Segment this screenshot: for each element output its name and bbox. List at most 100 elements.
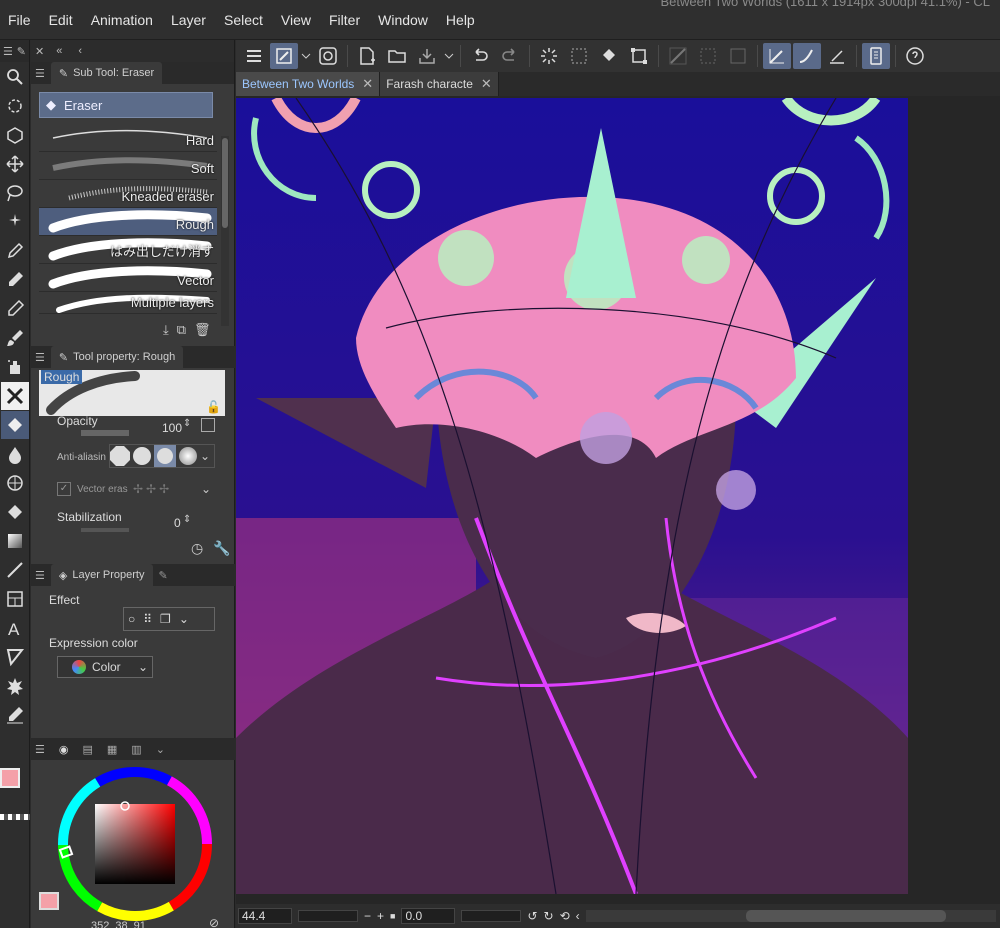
pressure-toggle-icon[interactable] [201, 418, 215, 432]
pen-ruler-icon[interactable] [823, 43, 851, 69]
chevron-down-icon[interactable] [443, 43, 455, 69]
eyedropper-icon[interactable] [1, 237, 29, 265]
menu-view[interactable]: View [272, 0, 320, 40]
tab-between-two-worlds[interactable]: Between Two Worlds ✕ [236, 72, 381, 96]
tablet-icon[interactable] [862, 43, 890, 69]
close-icon[interactable]: ✕ [362, 76, 373, 92]
chevron-down-icon[interactable] [300, 43, 312, 69]
pen-icon[interactable]: ✎ [159, 569, 168, 582]
transparent-swatch[interactable] [0, 814, 30, 820]
rotate-icon[interactable] [1, 92, 29, 120]
expression-color-select[interactable]: Color ⌄ [57, 656, 153, 678]
chevron-down-icon[interactable]: ⌄ [156, 743, 165, 756]
balloon-icon[interactable] [1, 643, 29, 671]
reset-rotation-icon[interactable]: ⟲ [560, 909, 570, 923]
menu-file[interactable]: File [0, 0, 40, 40]
rotate-right-icon[interactable]: ↻ [544, 909, 554, 923]
duplicate-icon[interactable]: ⧉ [177, 322, 186, 338]
airbrush-icon[interactable] [1, 353, 29, 381]
snap-guide-icon[interactable] [724, 43, 752, 69]
color-set-tab-icon[interactable]: ▦ [107, 743, 117, 756]
eraser-active-icon[interactable] [1, 411, 29, 439]
selection-clear-icon[interactable] [565, 43, 593, 69]
stop-icon[interactable]: ■ [390, 911, 395, 921]
chevron-down-icon[interactable]: ⌄ [200, 449, 210, 463]
zoom-field[interactable]: 44.4 [238, 908, 292, 924]
stabilization-slider[interactable] [81, 528, 129, 532]
zoom-in-icon[interactable]: + [377, 909, 384, 923]
menu-select[interactable]: Select [215, 0, 272, 40]
hamburger-menu-icon[interactable]: ☰ [35, 351, 45, 364]
vector-erase-options[interactable]: ✢✢✢ [133, 482, 172, 496]
opacity-slider[interactable] [81, 430, 129, 436]
burst-icon[interactable] [1, 672, 29, 700]
angle-slider[interactable] [461, 910, 522, 922]
reset-icon[interactable]: ◷ [191, 540, 203, 557]
aa-medium-icon[interactable] [154, 445, 176, 467]
main-color-chip[interactable] [39, 892, 59, 910]
aa-strong-icon[interactable] [179, 447, 197, 465]
ruler-icon[interactable] [1, 701, 29, 729]
brush-hard[interactable]: Hard [39, 124, 217, 152]
fill-bucket-icon[interactable] [595, 43, 623, 69]
menu-help[interactable]: Help [437, 0, 484, 40]
magic-wand-icon[interactable] [1, 208, 29, 236]
rotate-left-icon[interactable]: ↺ [527, 909, 537, 923]
object-icon[interactable] [1, 121, 29, 149]
export-icon[interactable] [413, 43, 441, 69]
chevron-left-icon[interactable]: ‹ [576, 909, 580, 923]
zoom-out-icon[interactable]: − [364, 909, 371, 923]
brush-kneaded-eraser[interactable]: Kneaded eraser [39, 180, 217, 208]
snap-grid-icon[interactable] [694, 43, 722, 69]
chevron-down-icon[interactable]: ⌄ [179, 612, 189, 626]
brush-rough[interactable]: Rough [39, 208, 217, 236]
layer-color-icon[interactable]: ❐ [160, 612, 171, 626]
tone-effect-icon[interactable]: ⠿ [143, 612, 152, 626]
color-slider-tab-icon[interactable]: ▤ [82, 743, 92, 756]
lasso-icon[interactable] [1, 179, 29, 207]
color-wheel-tab-icon[interactable]: ◉ [59, 743, 69, 756]
hsv-toggle-icon[interactable]: ⊘ [209, 916, 219, 928]
brush-vector[interactable]: Vector [39, 264, 217, 292]
brush-overflow-erase[interactable]: はみ出しだけ消す [39, 236, 217, 264]
main-color-swatch[interactable] [0, 768, 20, 788]
brush-soft[interactable]: Soft [39, 152, 217, 180]
clip-studio-icon[interactable] [314, 43, 342, 69]
fill-icon[interactable] [1, 498, 29, 526]
hamburger-menu-icon[interactable]: ☰ [3, 45, 13, 58]
aa-weak-icon[interactable] [133, 447, 151, 465]
intermediate-color-tab-icon[interactable]: ▥ [131, 743, 141, 756]
subtool-group-eraser[interactable]: ◆ Eraser [39, 92, 213, 118]
lock-icon[interactable]: 🔓 [206, 400, 221, 414]
trash-icon[interactable]: 🗑 [194, 322, 211, 338]
menu-edit[interactable]: Edit [40, 0, 82, 40]
snap-special-ruler-icon[interactable] [763, 43, 791, 69]
opacity-value[interactable]: 100 [162, 421, 182, 435]
open-folder-icon[interactable] [383, 43, 411, 69]
redo-icon[interactable] [496, 43, 524, 69]
subtool-scrollbar[interactable] [221, 136, 229, 326]
menu-animation[interactable]: Animation [82, 0, 162, 40]
text-icon[interactable]: A [1, 614, 29, 642]
aa-none-icon[interactable] [110, 446, 130, 466]
snap-ruler-icon[interactable] [664, 43, 692, 69]
zoom-slider[interactable] [298, 910, 358, 922]
magnifier-icon[interactable] [1, 63, 29, 91]
horizontal-scrollbar[interactable] [585, 910, 996, 922]
brush-icon[interactable] [1, 324, 29, 352]
vector-erase-checkbox[interactable]: ✓ [57, 482, 71, 496]
artwork-canvas[interactable] [236, 98, 908, 894]
settings-icon[interactable]: 🔧 [213, 540, 230, 557]
move-icon[interactable] [1, 150, 29, 178]
stabilization-value[interactable]: 0 [174, 516, 181, 530]
anti-aliasing-options[interactable]: ⌄ [109, 444, 215, 468]
collapse-icon[interactable]: ✕ [35, 45, 44, 58]
new-file-icon[interactable] [353, 43, 381, 69]
spinner-icon[interactable]: ⇕ [183, 514, 191, 525]
menu-layer[interactable]: Layer [162, 0, 215, 40]
hamburger-menu-icon[interactable]: ☰ [35, 743, 45, 756]
pen-icon[interactable] [1, 266, 29, 294]
hamburger-menu-icon[interactable]: ☰ [35, 569, 45, 582]
loading-icon[interactable] [535, 43, 563, 69]
color-wheel[interactable] [53, 762, 217, 926]
